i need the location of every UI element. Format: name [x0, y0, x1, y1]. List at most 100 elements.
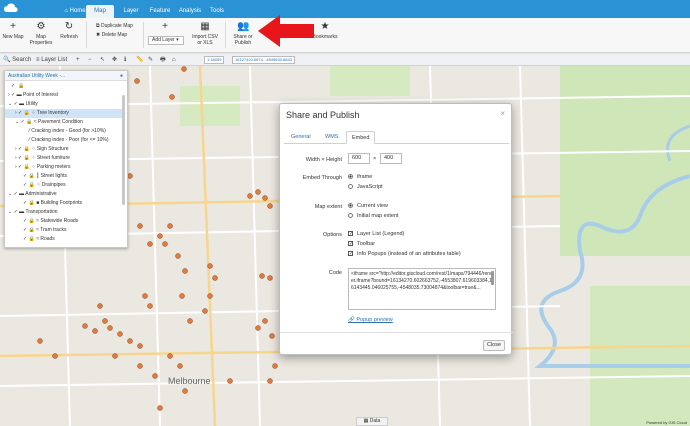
width-input[interactable]: 600 — [348, 153, 370, 164]
layer-item-pavement-condition[interactable]: ⌄ ✓ 🔒 ≈ Pavement Condition — [15, 118, 83, 127]
layer-item-building-footprints[interactable]: ✓ 🔒 ■ Building Footprints — [23, 199, 82, 208]
layer-item-utility[interactable]: ⌄ ✓ ▬ Utility — [8, 100, 38, 109]
dialog-tabs: General WMS Embed — [284, 128, 509, 144]
tab-analysis[interactable]: Analysis — [176, 5, 204, 18]
print-tool-icon[interactable]: 🖶 — [160, 55, 166, 65]
layer-item-label: Sign Structure — [36, 146, 69, 152]
layer-item-drainpipes[interactable]: ✓ 🔒 ⁘ Drainpipes — [23, 181, 66, 190]
refresh-button[interactable]: ↻ Refresh — [58, 22, 80, 41]
new-map-button[interactable]: + New Map — [2, 21, 24, 41]
layer-item-label: Building Footprints — [40, 200, 83, 206]
duplicate-map-button[interactable]: ⧉ Duplicate Map — [96, 23, 133, 30]
embed-iframe-radio[interactable]: iframe — [348, 174, 372, 180]
layer-item-parking-meters[interactable]: › ✓ 🔒 ⁘ Parking meters — [15, 163, 70, 172]
radio-icon — [348, 203, 353, 209]
home-extent-icon[interactable]: ⌂ — [172, 55, 176, 65]
layer-panel-scrollbar[interactable] — [122, 95, 125, 205]
pan-tool-icon[interactable]: ✥ — [112, 55, 117, 65]
share-publish-button[interactable]: 👥 Share or Publish — [230, 22, 256, 47]
coordinates-display: 16127420.6674, -4549630.6843 — [232, 56, 295, 64]
extent-current-radio[interactable]: Current view — [348, 203, 388, 209]
layer-list-panel: Australian Utility Week -... ● ✓ 🔒 › ✓ ▬ … — [4, 70, 128, 248]
folder-icon: ▬ — [16, 92, 22, 98]
home-icon: ⌂ — [64, 8, 68, 14]
zoom-in-button[interactable]: + — [76, 55, 80, 65]
layer-item-administrative[interactable]: ⌄ ✓ ▬ Administrative — [8, 190, 57, 199]
zoom-out-button[interactable]: − — [88, 55, 92, 65]
star-icon: ★ — [320, 21, 330, 32]
add-layer-icon-button[interactable]: + — [154, 22, 176, 34]
eye-icon[interactable]: ✓ — [11, 83, 15, 89]
data-tab-button[interactable]: ▦ Data — [356, 417, 388, 426]
select-tool-icon[interactable]: ↖ — [100, 55, 105, 65]
layer-item-cracking-good[interactable]: ⁄ Cracking index - Good (for >10%) — [29, 127, 106, 136]
point-layer-icon: ⁘ — [31, 110, 36, 116]
layer-panel-toolbar: ✓ 🔒 — [11, 82, 24, 91]
embed-code-text: <iframe src="http://editor.giscloud.com/… — [351, 271, 493, 291]
toolbar-checkbox[interactable]: ✓ Toolbar — [348, 241, 375, 247]
height-input[interactable]: 400 — [380, 153, 402, 164]
info-icon[interactable]: ● — [120, 71, 123, 81]
extent-initial-label: Initial map extent — [357, 213, 399, 219]
layer-list-button[interactable]: ≡ Layer List — [36, 55, 67, 65]
checkbox-checked-icon: ✓ — [348, 241, 354, 248]
ribbon-divider — [86, 22, 87, 48]
times-symbol: × — [373, 156, 377, 162]
delete-map-label: Delete Map — [101, 32, 128, 38]
layer-item-label: Street lights — [40, 173, 68, 179]
new-map-label: New Map — [2, 34, 24, 40]
layer-item-street-furniture[interactable]: › ✓ 🔒 ⁘ Street furniture — [15, 154, 70, 163]
tab-wms[interactable]: WMS — [320, 131, 343, 144]
layer-panel-title-text: Australian Utility Week -... — [8, 73, 66, 79]
map-toolbar: 🔍 Search ≡ Layer List + − ↖ ✥ ℹ 📏 ✎ 🖶 ⌂ … — [0, 54, 690, 66]
dialog-footer-divider — [280, 332, 513, 333]
layer-list-checkbox[interactable]: ✓ Layer List (Legend) — [348, 231, 404, 237]
map-properties-button[interactable]: ⚙ Map Properties — [28, 22, 54, 47]
delete-map-button[interactable]: ✖ Delete Map — [96, 32, 127, 39]
layer-item-tram-tracks[interactable]: ✓ 🔒 ≈ Tram tracks — [23, 226, 66, 235]
tab-map[interactable]: Map — [86, 5, 114, 18]
close-button[interactable]: Close — [483, 340, 505, 351]
layer-item-transportation[interactable]: ⌄ ✓ ▬ Transportation — [8, 208, 58, 217]
toolbar-option-label: Toolbar — [357, 241, 376, 247]
bookmarks-label: Bookmarks — [312, 34, 338, 40]
layer-item-street-lights[interactable]: ✓ 🔒 ┃ Street lights — [23, 172, 67, 181]
layer-item-point-of-interest[interactable]: › ✓ ▬ Point of Interest — [8, 91, 58, 100]
lock-icon[interactable]: 🔒 — [18, 83, 24, 89]
code-scrollbar[interactable] — [491, 271, 494, 285]
layer-item-tree-inventory[interactable]: › ✓ 🔒 ⁘ Tree Inventory — [5, 109, 123, 118]
close-icon: ✖ — [96, 32, 101, 38]
map-properties-label: Map Properties — [29, 34, 53, 46]
search-label: Search — [12, 57, 32, 63]
info-tool-icon[interactable]: ℹ — [124, 55, 126, 65]
import-csv-button[interactable]: ▦ Import CSV or XLS — [190, 22, 220, 47]
add-layer-dropdown[interactable]: Add Layer ▾ — [148, 36, 184, 45]
layer-item-sign-structure[interactable]: › ✓ 🔒 ⁘ Sign Structure — [15, 145, 69, 154]
layer-item-label: Parking meters — [36, 164, 71, 170]
embed-js-radio[interactable]: JavaScript — [348, 184, 383, 190]
embed-code-textarea[interactable]: <iframe src="http://editor.giscloud.com/… — [348, 268, 496, 310]
popup-preview-link[interactable]: 🔗 Popup preview — [348, 317, 393, 323]
tab-feature[interactable]: Feature — [146, 5, 174, 18]
info-popups-checkbox[interactable]: ✓ Info Popups (instead of an attributes t… — [348, 251, 461, 257]
layer-item-statewide-roads[interactable]: ✓ 🔒 ≈ Statewide Roads — [23, 217, 78, 226]
tab-layer[interactable]: Layer — [118, 5, 144, 18]
tab-general[interactable]: General — [286, 131, 316, 144]
share-publish-label: Share or Publish — [233, 34, 253, 46]
map-label-melbourne: Melbourne — [168, 376, 211, 386]
search-button[interactable]: 🔍 Search — [3, 55, 31, 65]
layer-item-roads[interactable]: ✓ 🔒 ≈ Roads — [23, 235, 55, 244]
layer-item-cracking-poor[interactable]: ⁄ Cracking index - Poor (for <= 10%) — [29, 136, 109, 145]
radio-icon — [348, 213, 353, 219]
embed-js-label: JavaScript — [357, 184, 383, 190]
layer-item-label: Street furniture — [36, 155, 70, 161]
tab-tools[interactable]: Tools — [205, 5, 229, 18]
layer-item-label: Cracking index - Good (for >10%) — [31, 128, 106, 134]
tab-embed[interactable]: Embed — [346, 131, 376, 144]
measure-tool-icon[interactable]: 📏 — [136, 55, 143, 65]
draw-tool-icon[interactable]: ✎ — [148, 55, 153, 65]
layer-item-label: Tree Inventory — [36, 110, 69, 116]
close-icon[interactable]: × — [500, 109, 505, 118]
extent-initial-radio[interactable]: Initial map extent — [348, 213, 399, 219]
plus-icon: + — [10, 21, 16, 32]
